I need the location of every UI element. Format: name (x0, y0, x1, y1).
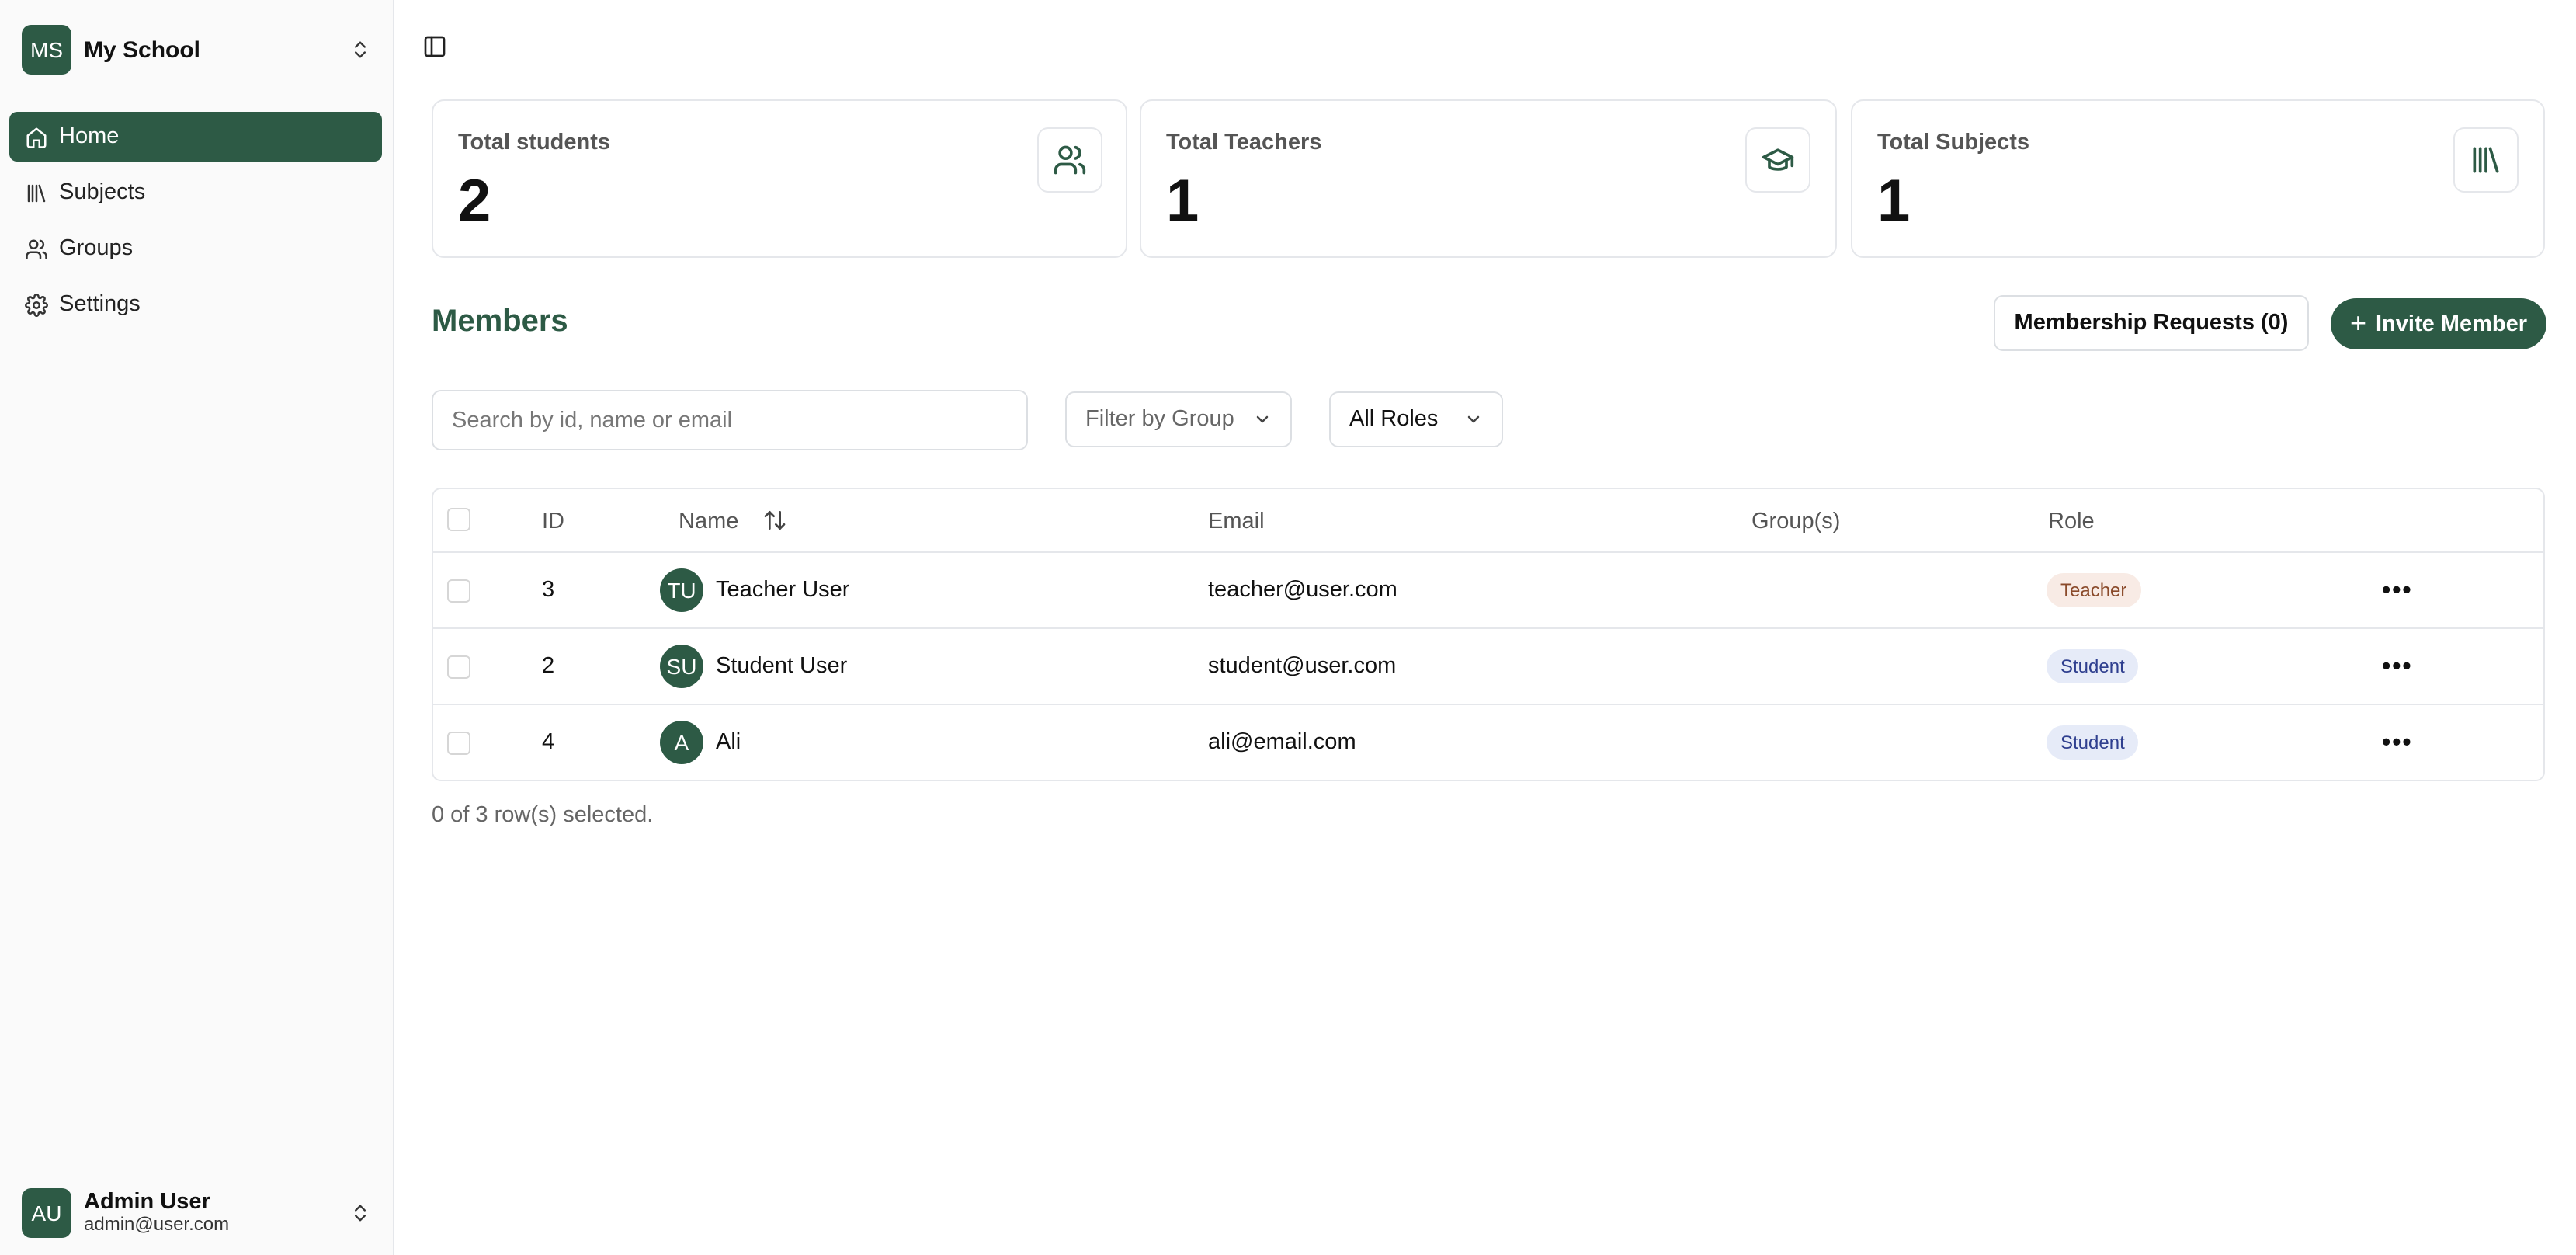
sidebar-item-subjects[interactable]: Subjects (9, 168, 382, 217)
cell-email: ali@email.com (1208, 730, 1356, 755)
table-header: ID Name Email Group(s) Role (433, 489, 2543, 553)
avatar: SU (660, 645, 703, 688)
column-header-id: ID (542, 509, 564, 534)
table-row[interactable]: 3 TU Teacher User teacher@user.com Teach… (433, 553, 2543, 629)
column-header-name: Name (679, 509, 739, 534)
stat-label: Total Teachers (1166, 130, 1322, 155)
users-icon (23, 236, 48, 261)
role-filter-label: All Roles (1349, 407, 1439, 432)
invite-member-label: Invite Member (2376, 311, 2527, 336)
chevrons-up-down-icon (348, 1201, 373, 1225)
table-row[interactable]: 2 SU Student User student@user.com Stude… (433, 629, 2543, 705)
column-header-role: Role (2048, 509, 2095, 534)
stat-card-students: Total students 2 (432, 99, 1127, 258)
sidebar-item-label: Home (59, 124, 120, 149)
avatar: TU (660, 568, 703, 612)
sidebar-item-home[interactable]: Home (9, 112, 382, 162)
more-horizontal-icon[interactable]: ••• (2382, 578, 2413, 606)
sidebar-toggle-button[interactable] (419, 34, 450, 65)
cell-id: 2 (542, 654, 555, 679)
sidebar: MS My School Home Subjects Groups Settin… (0, 0, 394, 1255)
more-horizontal-icon[interactable]: ••• (2382, 654, 2413, 682)
column-header-groups: Group(s) (1751, 509, 1841, 534)
more-horizontal-icon[interactable]: ••• (2382, 730, 2413, 758)
cell-email: student@user.com (1208, 654, 1397, 679)
user-name: Admin User (84, 1189, 210, 1215)
stat-value: 1 (1877, 169, 1911, 235)
gear-icon (23, 292, 48, 317)
select-all-checkbox[interactable] (447, 508, 470, 531)
row-checkbox[interactable] (447, 732, 470, 755)
table-row[interactable]: 4 A Ali ali@email.com Student ••• (433, 705, 2543, 780)
row-checkbox[interactable] (447, 579, 470, 603)
chevron-down-icon (1256, 415, 1269, 423)
graduation-cap-icon (1745, 127, 1810, 193)
sort-icon[interactable] (762, 508, 787, 541)
cell-name: Teacher User (716, 578, 850, 603)
sidebar-nav: Home Subjects Groups Settings (9, 112, 382, 335)
stat-label: Total Subjects (1877, 130, 2030, 155)
avatar: A (660, 721, 703, 764)
users-icon (1037, 127, 1102, 193)
school-name: My School (84, 37, 201, 63)
sidebar-item-label: Groups (59, 236, 134, 261)
column-header-email: Email (1208, 509, 1265, 534)
row-checkbox[interactable] (447, 655, 470, 679)
home-icon (23, 124, 48, 149)
stat-card-teachers: Total Teachers 1 (1140, 99, 1837, 258)
sidebar-item-settings[interactable]: Settings (9, 280, 382, 329)
user-email: admin@user.com (84, 1213, 230, 1236)
school-avatar: MS (22, 25, 71, 75)
role-badge: Student (2047, 649, 2139, 683)
members-table: ID Name Email Group(s) Role 3 TU Teacher… (432, 488, 2545, 781)
school-switcher[interactable]: MS My School (22, 25, 373, 75)
library-icon (23, 180, 48, 205)
user-info: Admin User admin@user.com (84, 1190, 348, 1237)
library-icon (2453, 127, 2519, 193)
sidebar-item-groups[interactable]: Groups (9, 224, 382, 273)
group-filter-label: Filter by Group (1085, 407, 1234, 432)
stat-card-subjects: Total Subjects 1 (1851, 99, 2545, 258)
search-input[interactable] (432, 390, 1028, 450)
selection-count: 0 of 3 row(s) selected. (432, 803, 654, 828)
cell-name: Student User (716, 654, 848, 679)
cell-id: 3 (542, 578, 555, 603)
invite-member-button[interactable]: + Invite Member (2331, 298, 2546, 349)
avatar: AU (22, 1188, 71, 1238)
cell-email: teacher@user.com (1208, 578, 1397, 603)
chevron-down-icon (1467, 415, 1480, 423)
role-filter-select[interactable]: All Roles (1329, 391, 1503, 447)
role-badge: Student (2047, 725, 2139, 760)
membership-requests-button[interactable]: Membership Requests (0) (1994, 295, 2309, 351)
sidebar-item-label: Settings (59, 292, 141, 317)
stat-value: 1 (1166, 169, 1199, 235)
stat-label: Total students (458, 130, 611, 155)
plus-icon: + (2349, 308, 2366, 339)
panel-left-icon (422, 33, 447, 66)
role-badge: Teacher (2047, 573, 2141, 607)
sidebar-item-label: Subjects (59, 180, 146, 205)
user-menu[interactable]: AU Admin User admin@user.com (22, 1188, 373, 1238)
cell-id: 4 (542, 730, 555, 755)
stat-value: 2 (458, 169, 491, 235)
chevrons-up-down-icon (348, 37, 373, 62)
page-title: Members (432, 304, 568, 339)
group-filter-select[interactable]: Filter by Group (1065, 391, 1292, 447)
cell-name: Ali (716, 730, 741, 755)
